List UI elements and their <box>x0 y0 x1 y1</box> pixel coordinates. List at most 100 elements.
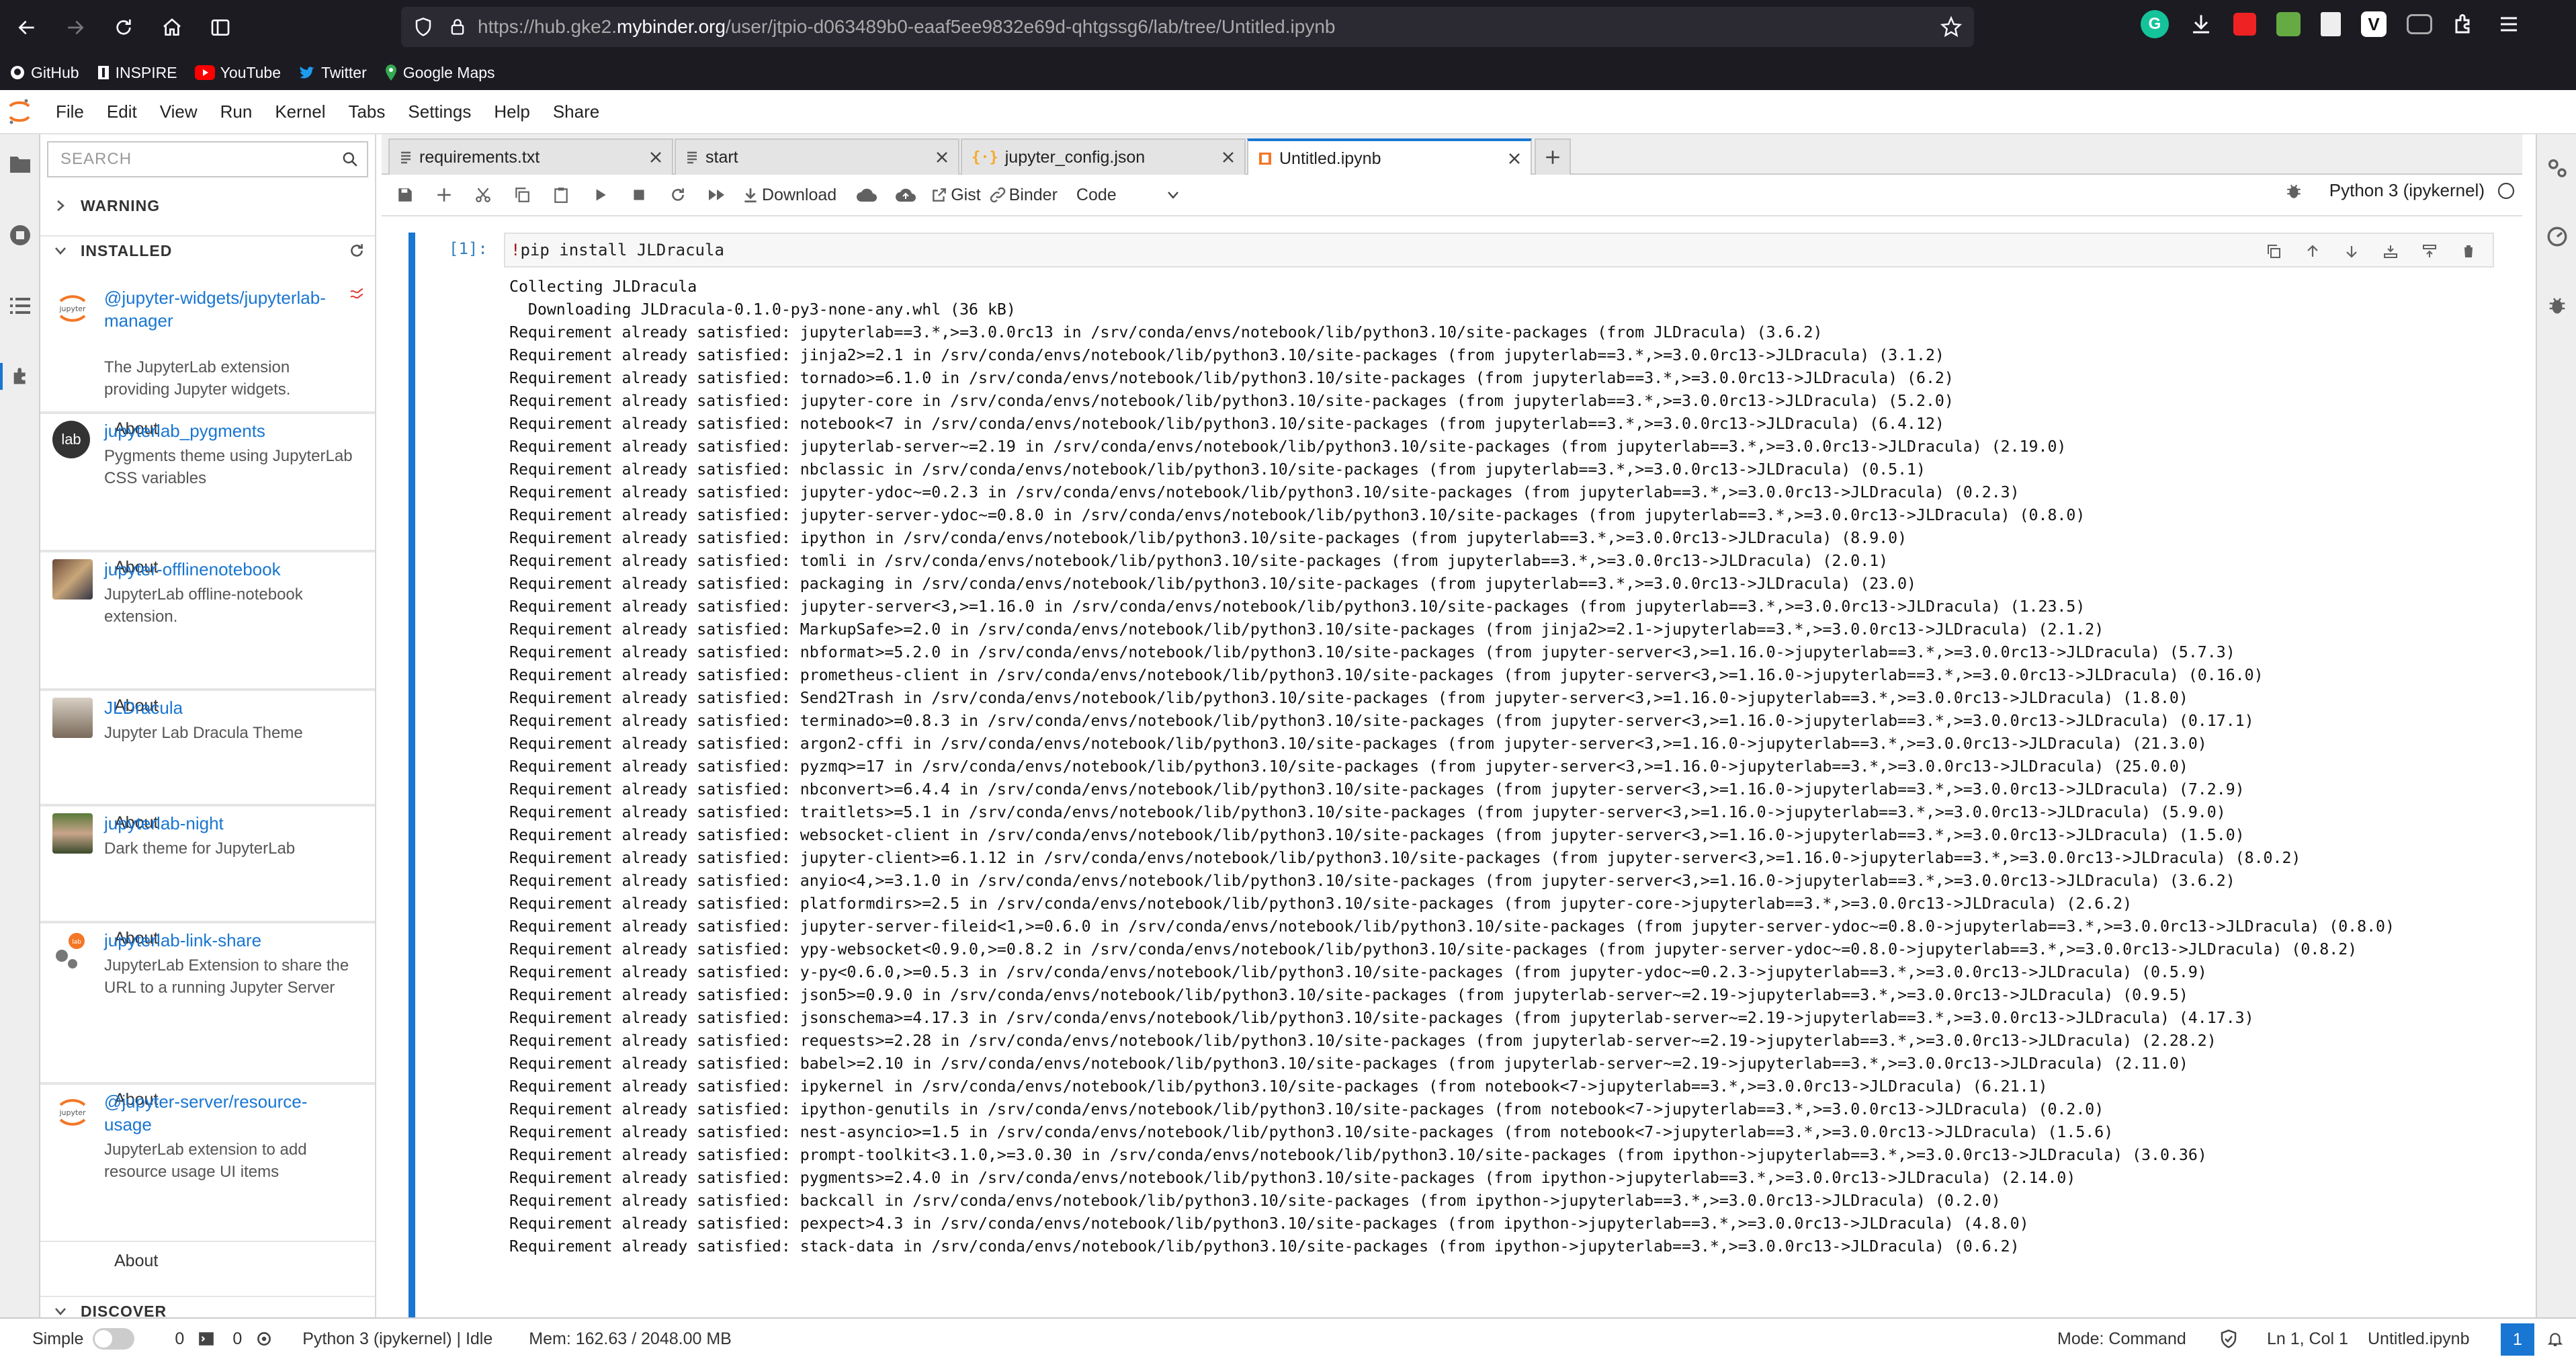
jupyter-logo-icon <box>9 99 30 124</box>
toc-tab[interactable] <box>7 292 34 319</box>
plus-icon <box>437 188 451 202</box>
run-button[interactable] <box>586 179 617 210</box>
menu-run[interactable]: Run <box>209 101 264 122</box>
move-up-button[interactable] <box>2299 238 2326 265</box>
menu-settings[interactable]: Settings <box>396 101 482 122</box>
gist-button[interactable]: Gist <box>931 179 981 210</box>
reload-button[interactable] <box>106 10 141 45</box>
move-down-button[interactable] <box>2338 238 2365 265</box>
refresh-icon[interactable] <box>348 242 366 259</box>
copy-button[interactable] <box>508 179 539 210</box>
extension-name[interactable]: jupyterlab-link-share <box>104 929 353 952</box>
extension-green-icon[interactable] <box>2276 12 2301 36</box>
mask-icon[interactable] <box>2407 14 2432 34</box>
close-icon[interactable] <box>648 149 664 165</box>
update-icon[interactable] <box>348 285 366 302</box>
binder-button[interactable]: Binder <box>989 179 1058 210</box>
kernel-count[interactable]: 0 <box>232 1329 242 1349</box>
extension-search-input[interactable]: SEARCH <box>47 141 368 177</box>
sidebar-toggle-button[interactable] <box>203 10 238 45</box>
download-button[interactable]: Download <box>742 179 836 210</box>
discover-section-header[interactable]: DISCOVER <box>40 1296 375 1317</box>
tab-jupyter-config[interactable]: {·} jupyter_config.json <box>961 138 1246 175</box>
about-link[interactable]: About <box>114 1251 158 1271</box>
installed-section-header[interactable]: INSTALLED <box>40 235 375 265</box>
file-browser-tab[interactable] <box>7 151 34 177</box>
new-launcher-button[interactable] <box>1535 138 1571 175</box>
bookmark-youtube[interactable]: YouTube <box>194 64 281 82</box>
menu-share[interactable]: Share <box>542 101 611 122</box>
notification-badge[interactable]: 1 <box>2501 1323 2534 1356</box>
download-icon[interactable] <box>2189 12 2213 36</box>
restart-run-all-button[interactable] <box>703 179 734 210</box>
bookmark-inspire[interactable]: INSPIRE <box>97 64 177 82</box>
adblock-icon[interactable] <box>2233 13 2256 36</box>
save-button[interactable] <box>391 179 422 210</box>
puzzle-icon[interactable] <box>2452 12 2477 36</box>
simple-mode-toggle[interactable] <box>93 1328 135 1350</box>
menu-edit[interactable]: Edit <box>95 101 148 122</box>
debugger-tab[interactable] <box>2544 292 2571 319</box>
extension-manager-tab[interactable] <box>0 363 40 390</box>
cell-input-editor[interactable]: ! pip install JLDracula <box>504 233 2494 267</box>
interrupt-button[interactable] <box>625 179 656 210</box>
tab-requirements[interactable]: requirements.txt <box>388 138 673 175</box>
shield-icon <box>415 17 431 36</box>
document-icon[interactable] <box>2321 12 2341 36</box>
scissors-icon <box>476 188 490 202</box>
terminal-count[interactable]: 0 <box>175 1329 184 1349</box>
bookmark-google-maps[interactable]: Google Maps <box>384 64 495 82</box>
delete-cell-button[interactable] <box>2455 238 2482 265</box>
warning-section-header[interactable]: WARNING <box>40 191 375 220</box>
kernel-name[interactable]: Python 3 (ipykernel) <box>2329 180 2485 201</box>
kernel-status[interactable]: Python 3 (ipykernel) | Idle <box>302 1329 492 1349</box>
extension-name[interactable]: jupyterlab_pygments <box>104 419 353 442</box>
cut-button[interactable] <box>469 179 500 210</box>
star-icon[interactable] <box>1940 16 1962 38</box>
extension-name[interactable]: @jupyter-widgets/jupyterlab-manager <box>104 286 353 332</box>
tab-untitled-ipynb[interactable]: Untitled.ipynb <box>1247 138 1532 176</box>
insert-below-button[interactable] <box>2416 238 2443 265</box>
menu-help[interactable]: Help <box>482 101 541 122</box>
menu-tabs[interactable]: Tabs <box>337 101 396 122</box>
cell-type-select[interactable]: Code <box>1072 179 1187 210</box>
bell-icon[interactable] <box>2546 1330 2564 1348</box>
running-tab[interactable] <box>7 222 34 249</box>
upload-cloud-button-2[interactable] <box>892 179 922 210</box>
upload-cloud-button[interactable] <box>853 179 884 210</box>
code-cell[interactable]: [1]: ! pip install JLDracula Collecting J… <box>382 233 2522 1317</box>
extension-name[interactable]: @jupyter-server/resource-usage <box>104 1090 353 1136</box>
extension-name[interactable]: jupyter-offlinenotebook <box>104 558 353 581</box>
clipboard-icon <box>554 188 568 203</box>
bookmark-twitter[interactable]: Twitter <box>298 64 367 82</box>
extension-description: JupyterLab extension to add resource usa… <box>104 1141 307 1181</box>
bug-icon[interactable] <box>2285 182 2303 200</box>
menu-icon[interactable] <box>2497 12 2521 36</box>
insert-cell-button[interactable] <box>430 179 461 210</box>
tab-start[interactable]: start <box>675 138 959 175</box>
close-icon[interactable] <box>1506 151 1522 167</box>
insert-above-button[interactable] <box>2377 238 2404 265</box>
menu-view[interactable]: View <box>148 101 209 122</box>
forward-button[interactable] <box>58 10 93 45</box>
extension-name[interactable]: jupyterlab-night <box>104 812 353 835</box>
cursor-position[interactable]: Ln 1, Col 1 <box>2267 1329 2348 1349</box>
grammarly-icon[interactable]: G <box>2141 10 2169 38</box>
close-icon[interactable] <box>1220 149 1236 165</box>
bookmark-github[interactable]: GitHub <box>9 64 79 82</box>
property-inspector-tab[interactable] <box>2544 155 2571 181</box>
back-button[interactable] <box>9 10 44 45</box>
restart-button[interactable] <box>664 179 695 210</box>
url-bar[interactable]: https://hub.gke2.mybinder.org/user/jtpio… <box>401 7 1974 47</box>
menu-kernel[interactable]: Kernel <box>263 101 337 122</box>
paste-button[interactable] <box>547 179 578 210</box>
cell-collapser[interactable] <box>409 233 415 1317</box>
extension-item: jupyterlab-night Dark theme for JupyterL… <box>40 805 375 922</box>
menu-file[interactable]: File <box>44 101 95 122</box>
duplicate-cell-button[interactable] <box>2260 238 2287 265</box>
v-extension-icon[interactable]: V <box>2361 11 2387 37</box>
home-button[interactable] <box>155 10 189 45</box>
close-icon[interactable] <box>934 149 950 165</box>
resource-usage-tab[interactable] <box>2544 223 2571 250</box>
extension-name[interactable]: JLDracula <box>104 696 353 719</box>
